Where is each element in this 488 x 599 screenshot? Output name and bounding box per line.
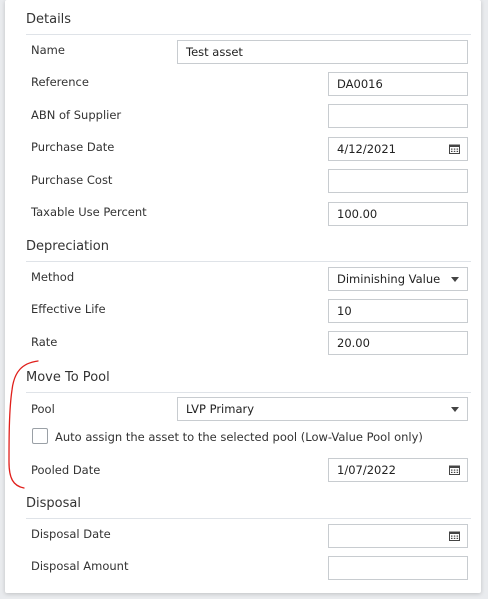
pooled-date-label: Pooled Date: [31, 463, 101, 477]
depreciation-section-title: Depreciation: [26, 239, 471, 262]
method-value: Diminishing Value: [337, 272, 441, 286]
disposal-amount-label: Disposal Amount: [31, 559, 129, 573]
purchase-cost-label: Purchase Cost: [31, 173, 113, 187]
disposal-date-input[interactable]: [328, 524, 468, 548]
details-section-title: Details: [26, 12, 471, 35]
auto-assign-label[interactable]: Auto assign the asset to the selected po…: [55, 430, 423, 444]
taxable-use-input[interactable]: 100.00: [328, 202, 468, 226]
purchase-date-label: Purchase Date: [31, 140, 115, 154]
purchase-date-input[interactable]: 4/12/2021: [328, 137, 468, 161]
effective-life-label: Effective Life: [31, 302, 106, 316]
disposal-amount-input[interactable]: [328, 556, 468, 580]
pooled-date-input[interactable]: 1/07/2022: [328, 458, 468, 482]
reference-input[interactable]: DA0016: [328, 72, 468, 96]
rate-input[interactable]: 20.00: [328, 331, 468, 355]
rate-label: Rate: [31, 335, 58, 349]
calendar-icon[interactable]: [449, 465, 460, 475]
pooled-date-value: 1/07/2022: [337, 463, 396, 477]
method-select[interactable]: Diminishing Value: [328, 267, 468, 291]
method-label: Method: [31, 270, 75, 284]
effective-life-input[interactable]: 10: [328, 299, 468, 323]
purchase-date-value: 4/12/2021: [337, 142, 396, 156]
pool-value: LVP Primary: [186, 402, 255, 416]
auto-assign-checkbox[interactable]: [32, 428, 48, 444]
pool-select[interactable]: LVP Primary: [177, 397, 468, 421]
chevron-down-icon: [451, 277, 459, 282]
abn-label: ABN of Supplier: [31, 108, 122, 122]
name-label: Name: [31, 43, 65, 57]
calendar-icon[interactable]: [449, 531, 460, 541]
disposal-section-title: Disposal: [26, 496, 471, 519]
abn-input[interactable]: [328, 104, 468, 128]
name-input[interactable]: Test asset: [177, 40, 468, 64]
pool-label: Pool: [31, 402, 55, 416]
reference-label: Reference: [31, 75, 89, 89]
disposal-date-label: Disposal Date: [31, 527, 111, 541]
move-to-pool-section-title: Move To Pool: [26, 370, 471, 393]
taxable-use-label: Taxable Use Percent: [31, 205, 147, 219]
purchase-cost-input[interactable]: [328, 169, 468, 193]
calendar-icon[interactable]: [449, 144, 460, 154]
chevron-down-icon: [451, 407, 459, 412]
